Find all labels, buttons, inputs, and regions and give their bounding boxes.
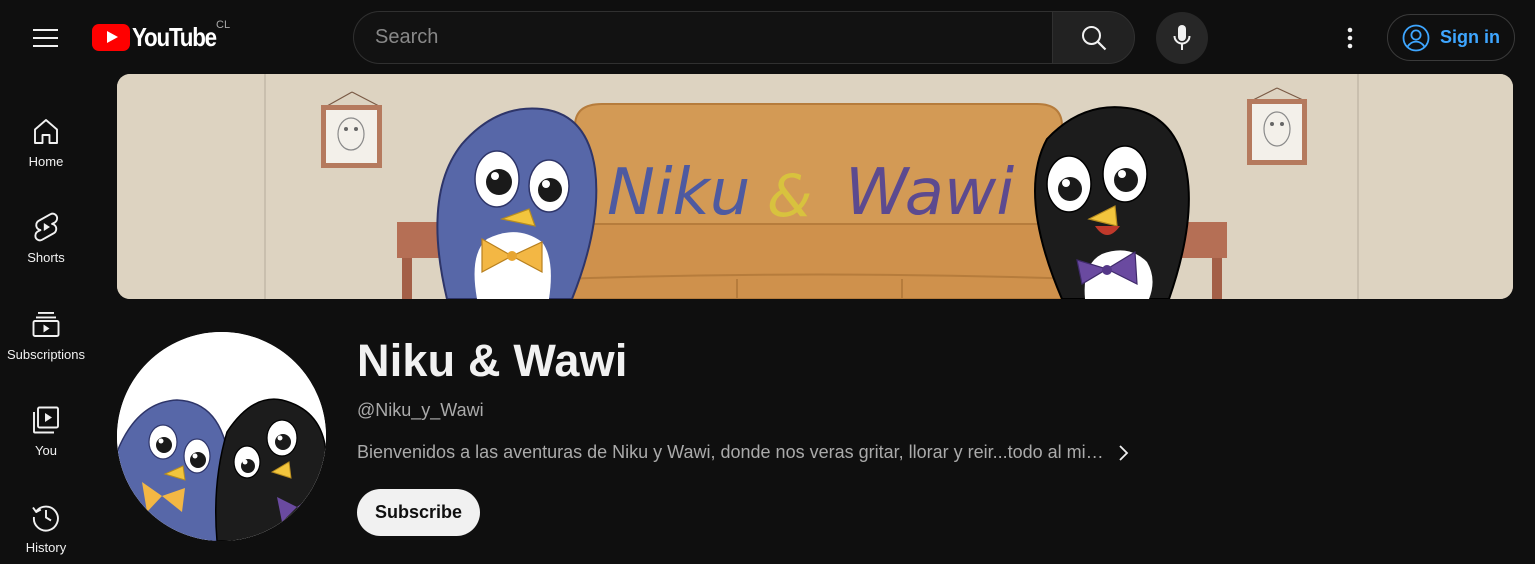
chevron-right-icon (1119, 445, 1129, 461)
channel-description[interactable]: Bienvenidos a las aventuras de Niku y Wa… (357, 442, 1104, 463)
sidebar-item-label: History (25, 540, 67, 555)
shorts-icon (34, 212, 59, 242)
banner-title-niku: Niku (607, 156, 750, 230)
voice-search-button[interactable] (1156, 12, 1208, 64)
wall-picture-right (1247, 87, 1307, 165)
channel-banner: Niku & Wawi (117, 74, 1513, 299)
history-icon (32, 505, 59, 532)
wawi-character (1034, 106, 1190, 299)
sidebar-item-label: Subscriptions (6, 347, 86, 362)
sidebar-item-you[interactable]: You (4, 379, 88, 459)
mini-guide-sidebar: Home Shorts Subscriptions You History (0, 74, 92, 564)
banner-title-wawi: Wawi (845, 156, 1014, 230)
you-icon (33, 406, 59, 434)
youtube-wordmark: YouTube (132, 21, 217, 52)
banner-illustration: Niku & Wawi (117, 74, 1513, 299)
subscriptions-icon (32, 312, 60, 337)
channel-handle: @Niku_y_Wawi (357, 400, 484, 420)
youtube-play-icon (92, 23, 130, 51)
channel-name: Niku & Wawi (357, 335, 628, 386)
home-icon (34, 119, 58, 144)
sidebar-item-home[interactable]: Home (4, 90, 88, 170)
search-icon (1081, 25, 1106, 50)
sidebar-item-label: Home (28, 154, 64, 169)
account-circle-icon (1402, 24, 1430, 51)
sidebar-item-label: You (35, 443, 57, 458)
sidebar-item-label: Shorts (27, 250, 65, 265)
sidebar-item-subscriptions[interactable]: Subscriptions (4, 283, 88, 363)
channel-avatar (117, 332, 326, 541)
hamburger-menu-icon (33, 29, 58, 47)
avatar-illustration (117, 332, 326, 541)
search-button[interactable] (1052, 11, 1135, 64)
banner-title-ampersand: & (767, 162, 812, 230)
top-bar: YouTube CL Sign in (0, 0, 1535, 74)
search-input[interactable] (375, 26, 1053, 49)
sidebar-item-history[interactable]: History (4, 476, 88, 556)
description-expand-button[interactable] (1110, 440, 1136, 466)
youtube-logo[interactable]: YouTube (92, 21, 230, 53)
country-code: CL (216, 19, 231, 31)
search-box (353, 11, 1053, 64)
microphone-icon (1173, 25, 1191, 50)
sidebar-item-shorts[interactable]: Shorts (4, 186, 88, 266)
guide-menu-button[interactable] (22, 14, 70, 62)
more-vertical-icon (1347, 27, 1353, 49)
settings-more-button[interactable] (1326, 14, 1374, 62)
sign-in-label: Sign in (1440, 27, 1500, 47)
sign-in-button[interactable]: Sign in (1387, 14, 1515, 61)
subscribe-button[interactable]: Subscribe (357, 489, 480, 536)
